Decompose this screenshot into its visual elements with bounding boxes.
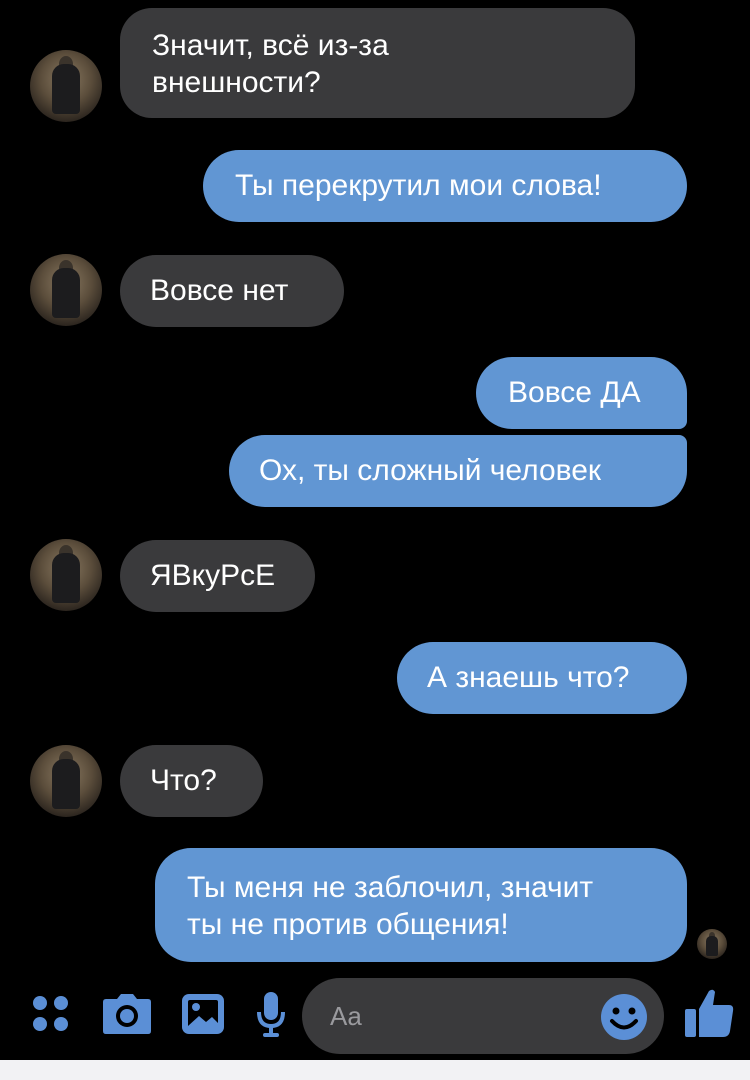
thumbs-up-icon[interactable] — [683, 987, 735, 1039]
contact-avatar[interactable] — [30, 50, 102, 122]
chat-thread: Значит, всё из-за внешности? Ты перекрут… — [0, 0, 750, 1040]
contact-avatar[interactable] — [30, 539, 102, 611]
microphone-icon[interactable] — [255, 990, 287, 1038]
message-text: Ох, ты сложный человек — [259, 454, 602, 487]
message-text: Вовсе нет — [150, 274, 289, 307]
message-bubble-incoming[interactable]: Значит, всё из-за внешности? — [120, 8, 635, 118]
message-text: Вовсе ДА — [508, 376, 641, 409]
emoji-icon[interactable] — [599, 992, 649, 1042]
message-text: ЯВкуРсЕ — [150, 559, 276, 592]
message-bubble-outgoing[interactable]: Ты меня не заблочил, значит ты не против… — [155, 848, 687, 962]
menu-dots-icon[interactable] — [30, 993, 72, 1035]
message-input-placeholder: Aa — [330, 1001, 362, 1031]
message-text: внешности? — [152, 66, 321, 99]
read-receipt-avatar — [697, 929, 727, 959]
camera-icon[interactable] — [102, 993, 152, 1035]
message-bubble-incoming[interactable]: Вовсе нет — [120, 255, 344, 327]
message-bubble-outgoing[interactable]: А знаешь что? — [397, 642, 687, 714]
image-icon[interactable] — [180, 992, 226, 1036]
message-text: ты не против общения! — [187, 908, 509, 941]
message-bubble-incoming[interactable]: Что? — [120, 745, 263, 817]
system-nav-strip — [0, 1060, 750, 1080]
contact-avatar[interactable] — [30, 745, 102, 817]
message-text: Ты перекрутил мои слова! — [235, 169, 602, 202]
contact-avatar[interactable] — [30, 254, 102, 326]
message-text: Значит, всё из-за — [152, 29, 389, 62]
message-text: Ты меня не заблочил, значит — [187, 871, 594, 904]
message-bubble-outgoing[interactable]: Ох, ты сложный человек — [229, 435, 687, 507]
message-bubble-outgoing[interactable]: Вовсе ДА — [476, 357, 687, 429]
message-text: А знаешь что? — [427, 661, 630, 694]
message-bubble-incoming[interactable]: ЯВкуРсЕ — [120, 540, 315, 612]
message-text: Что? — [150, 764, 217, 797]
message-bubble-outgoing[interactable]: Ты перекрутил мои слова! — [203, 150, 687, 222]
